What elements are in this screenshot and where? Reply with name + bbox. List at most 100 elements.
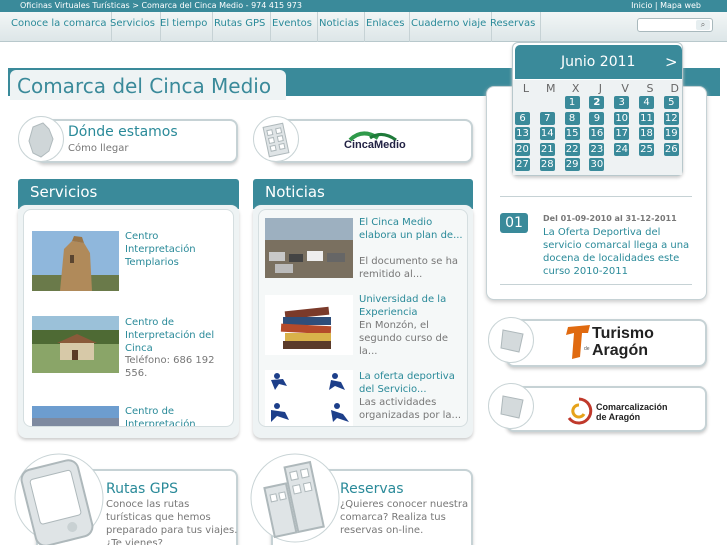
calendar-day[interactable]: 10: [614, 111, 630, 125]
calendar-day[interactable]: 11: [639, 111, 654, 125]
weekday-label: X: [571, 82, 580, 95]
servicio-link[interactable]: Centro de Interpretación: [125, 405, 229, 426]
top-bar: Oficinas Virtuales Turísticas > Comarca …: [0, 0, 727, 12]
calendar-day[interactable]: 6: [515, 111, 530, 125]
buildings-icon: [250, 453, 340, 543]
noticias-title: Noticias: [265, 183, 325, 201]
nav-eventos[interactable]: Eventos: [267, 12, 318, 42]
donde-title[interactable]: Dónde estamos: [68, 124, 178, 140]
nav-conoce[interactable]: Conoce la comarca: [6, 12, 113, 42]
interpretacion-photo: [32, 406, 119, 426]
event-number-badge: 01: [500, 213, 528, 233]
arrow-icon-circle: [488, 317, 534, 363]
search-icon[interactable]: ⌕: [696, 20, 710, 30]
weekday-label: D: [670, 82, 680, 95]
turismo-logo-line1: Turismo: [592, 325, 654, 342]
calendar-day[interactable]: 7: [539, 111, 555, 125]
arrow-icon: [500, 329, 524, 353]
servicio-telefono: Teléfono: 686 192 556.: [125, 355, 215, 379]
calendar-header: Junio 2011 >: [515, 45, 682, 79]
calendar-day[interactable]: 18: [639, 127, 654, 140]
calendar-day[interactable]: 24: [614, 142, 630, 156]
nav-reservas[interactable]: Reservas: [485, 12, 542, 42]
nav-enlaces[interactable]: Enlaces: [361, 12, 411, 42]
calendar-day[interactable]: 28: [539, 158, 555, 171]
calendar-day[interactable]: 16: [589, 127, 605, 140]
calendar-day[interactable]: 27: [515, 158, 530, 171]
comarcalizacion-line1: Comarcalización: [596, 402, 668, 412]
calendar-month: Junio 2011: [561, 54, 636, 70]
servicio-link[interactable]: Centro Interpretación Templarios: [125, 230, 225, 269]
donde-subtitle[interactable]: Cómo llegar: [68, 143, 128, 154]
calendar-day[interactable]: 21: [539, 142, 555, 156]
next-month-button[interactable]: >: [665, 53, 678, 71]
calendar-day[interactable]: 12: [663, 111, 679, 125]
weekday-label: S: [646, 82, 654, 95]
map-icon-circle: [18, 116, 64, 162]
turismo-logo-line2: Aragón: [592, 342, 648, 359]
main-nav: Conoce la comarca Servicios El tiempo Ru…: [0, 12, 727, 42]
servicio-link[interactable]: Centro de Interpretación del Cinca: [125, 316, 229, 355]
rutas-text: Conoce las rutas turísticas que hemos pr…: [106, 499, 238, 545]
weekday-label: M: [546, 82, 556, 95]
cinca-medio-logo-text: CincaMedio: [344, 139, 406, 151]
rutas-title[interactable]: Rutas GPS: [106, 481, 178, 497]
calendar-day[interactable]: 8: [564, 111, 580, 125]
map-icon: [28, 122, 54, 158]
event-link[interactable]: La Oferta Deportiva del servicio comarca…: [543, 226, 693, 278]
reservas-title[interactable]: Reservas: [340, 481, 404, 497]
calendar-day[interactable]: 14: [539, 127, 555, 140]
event-date: Del 01-09-2010 al 31-12-2011: [543, 214, 677, 223]
top-links[interactable]: Inicio | Mapa web: [631, 0, 701, 12]
page-title: Comarca del Cinca Medio: [17, 74, 272, 98]
building-icon: [262, 122, 290, 158]
calendar-day[interactable]: 4: [639, 96, 654, 109]
cinca-center-photo: [32, 316, 119, 373]
templarios-photo: [32, 231, 119, 291]
comarcalizacion-logo: [567, 397, 593, 425]
news-link[interactable]: El Cinca Medio elabora un plan de...: [359, 216, 463, 242]
reservas-text: ¿Quieres conocer nuestra comarca? Realiz…: [340, 499, 469, 536]
calendar-day[interactable]: 5: [663, 96, 679, 109]
gps-device-icon: [14, 453, 104, 545]
calendar-day[interactable]: 23: [589, 142, 605, 156]
weekday-label: V: [621, 82, 629, 95]
turismo-logo-de: de: [584, 346, 590, 352]
nav-noticias[interactable]: Noticias: [314, 12, 365, 42]
calendar-grid: L M X J V S D 1 2 3 4 5 6 7 8 9 10 11 12 13 14 15 16 17 18 19 20 21…: [513, 80, 682, 175]
calendar-day[interactable]: 25: [639, 142, 654, 156]
news-photo-sports: [265, 370, 353, 426]
calendar-day[interactable]: 22: [564, 142, 580, 156]
news-excerpt: El documento se ha remitido al...: [359, 256, 459, 280]
search-input[interactable]: ⌕: [637, 18, 713, 32]
servicios-list: Centro Interpretación Templarios Centro …: [23, 209, 234, 427]
calendar-day[interactable]: 26: [663, 142, 679, 156]
breadcrumb: Oficinas Virtuales Turísticas > Comarca …: [20, 1, 302, 10]
calendar-day[interactable]: 1: [564, 96, 580, 109]
news-photo-cars: [265, 218, 353, 278]
news-link[interactable]: Universidad de la Experiencia: [359, 293, 463, 319]
calendar-day[interactable]: 13: [515, 127, 530, 140]
news-excerpt: En Monzón, el segundo curso de la...: [359, 320, 448, 357]
comarcalizacion-line2: de Aragón: [596, 412, 641, 422]
calendar-day[interactable]: 17: [614, 127, 630, 140]
arrow-icon-circle: [488, 383, 534, 429]
calendar: Junio 2011 > L M X J V S D 1 2 3 4 5 6 7 8 9 10 11 12 13 14 1…: [512, 42, 683, 176]
calendar-day[interactable]: 30: [589, 158, 605, 171]
nav-cuaderno[interactable]: Cuaderno viaje: [406, 12, 493, 42]
calendar-day[interactable]: 19: [663, 127, 679, 140]
news-photo-books: [265, 295, 353, 355]
nav-servicios[interactable]: Servicios: [105, 12, 161, 42]
news-link[interactable]: La oferta deportiva del Servicio...: [359, 370, 463, 396]
calendar-day[interactable]: 3: [614, 96, 630, 109]
weekday-label: J: [598, 82, 603, 95]
building-icon-circle: [253, 116, 299, 162]
news-excerpt: Las actividades organizadas por la...: [359, 397, 462, 421]
calendar-day[interactable]: 2: [589, 96, 605, 109]
calendar-day[interactable]: 9: [589, 111, 605, 125]
calendar-day[interactable]: 15: [564, 127, 580, 140]
nav-rutas[interactable]: Rutas GPS: [209, 12, 272, 42]
calendar-day[interactable]: 29: [564, 158, 580, 171]
nav-tiempo[interactable]: El tiempo: [155, 12, 214, 42]
calendar-day[interactable]: 20: [515, 142, 530, 156]
